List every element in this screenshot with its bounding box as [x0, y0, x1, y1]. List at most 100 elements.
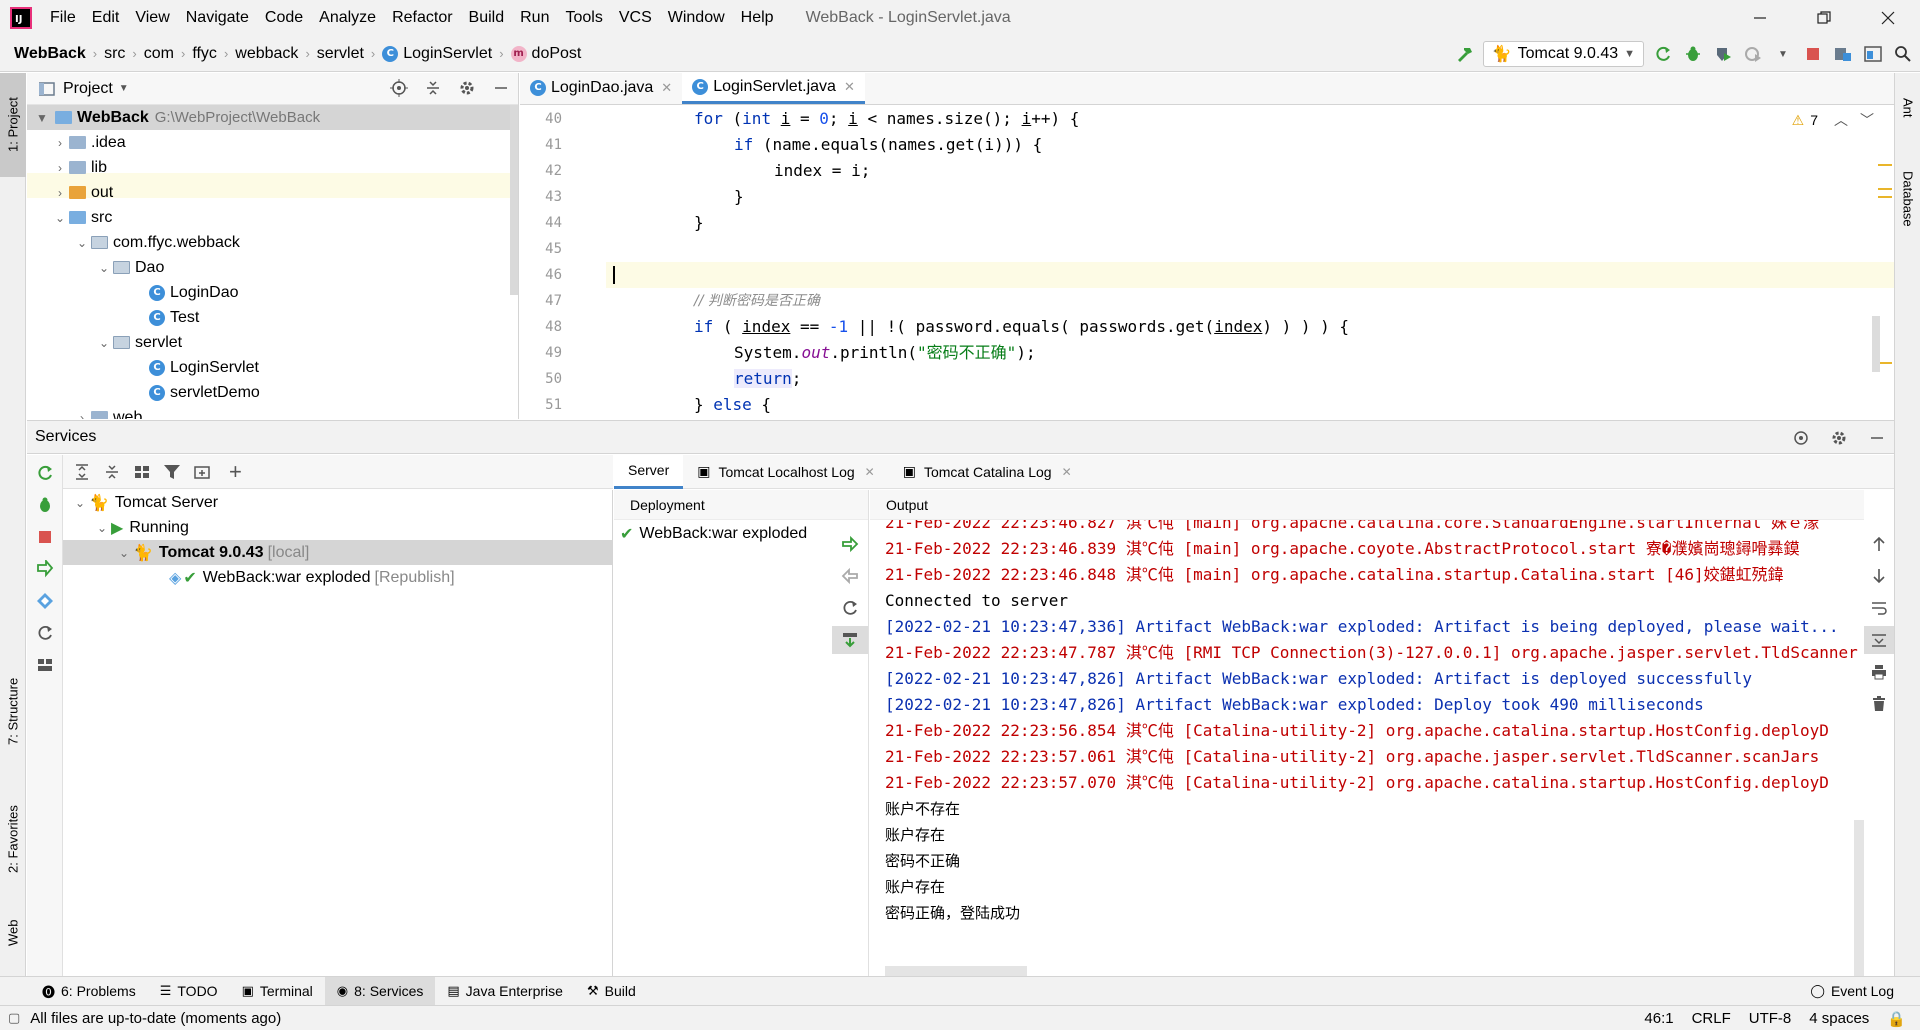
breadcrumb-dopost[interactable]: m doPost: [507, 45, 586, 63]
chevron-up-icon[interactable]: ︿: [1834, 110, 1848, 130]
coverage-button[interactable]: [1712, 43, 1734, 65]
scroll-down-button[interactable]: [1864, 562, 1894, 590]
tree-item-lib[interactable]: › lib: [27, 155, 518, 180]
tool-tab-structure[interactable]: 7: Structure: [0, 663, 26, 759]
debug-server-button[interactable]: [27, 491, 63, 519]
project-structure-button[interactable]: [1832, 43, 1854, 65]
close-tab-icon[interactable]: ✕: [844, 79, 855, 95]
more-run-options-button[interactable]: ▼: [1772, 43, 1794, 65]
collapse-all-icon[interactable]: [103, 463, 121, 481]
deployment-item[interactable]: ✔ WebBack:war exploded: [614, 520, 868, 548]
tree-item-test[interactable]: C Test: [27, 305, 518, 330]
add-service-icon[interactable]: +: [229, 460, 242, 482]
warning-marker[interactable]: [1878, 362, 1892, 364]
output-console[interactable]: Output 21-Feb-2022 22:23:46.827 淇℃伅 [mai…: [870, 490, 1864, 976]
tool-todo[interactable]: ☰ TODO: [148, 977, 230, 1006]
new-tab-icon[interactable]: [193, 463, 211, 481]
editor-scrollbar[interactable]: [1872, 316, 1880, 372]
inspection-widget[interactable]: ⚠ 7 ︿ ﹀: [1792, 110, 1874, 130]
menu-analyze[interactable]: Analyze: [311, 0, 384, 36]
refresh-button[interactable]: [27, 619, 63, 647]
close-button[interactable]: [1856, 0, 1920, 36]
tab-catalina-log[interactable]: ▣ Tomcat Catalina Log ✕: [889, 455, 1086, 489]
file-encoding[interactable]: UTF-8: [1749, 1010, 1792, 1027]
layout-button[interactable]: [1862, 43, 1884, 65]
warning-marker[interactable]: [1878, 188, 1892, 190]
deploy-button[interactable]: [27, 555, 63, 583]
close-tab-icon[interactable]: ✕: [865, 465, 875, 479]
tree-item-dao[interactable]: ⌄ Dao: [27, 255, 518, 280]
tool-event-log[interactable]: ◯ Event Log: [1798, 977, 1906, 1006]
tree-item-tomcat-server[interactable]: ⌄ 🐈 Tomcat Server: [63, 490, 612, 515]
search-everywhere-button[interactable]: [1892, 43, 1914, 65]
locate-icon[interactable]: [1792, 429, 1810, 447]
expand-all-icon[interactable]: [73, 463, 91, 481]
profile-button[interactable]: [1742, 43, 1764, 65]
tab-server[interactable]: Server: [614, 454, 684, 489]
run-configuration-select[interactable]: 🐈 Tomcat 9.0.43 ▼: [1482, 41, 1644, 67]
tool-tab-database[interactable]: Database: [1895, 149, 1920, 249]
deploy-artifact-button[interactable]: [832, 530, 868, 558]
tool-terminal[interactable]: ▣ Terminal: [230, 977, 325, 1006]
tree-item-package[interactable]: ⌄ com.ffyc.webback: [27, 230, 518, 255]
output-horizontal-scrollbar[interactable]: [885, 966, 1027, 976]
minimize-button[interactable]: [1728, 0, 1792, 36]
lock-icon[interactable]: 🔒: [1887, 1010, 1906, 1028]
breadcrumb-loginservlet[interactable]: C LoginServlet: [378, 45, 496, 63]
tree-item-servlet[interactable]: ⌄ servlet: [27, 330, 518, 355]
tree-item-web[interactable]: › web: [27, 405, 518, 419]
hide-panel-icon[interactable]: [492, 79, 510, 97]
group-by-icon[interactable]: [133, 463, 151, 481]
breadcrumb-src[interactable]: src: [100, 45, 129, 63]
status-toggle-icon[interactable]: ▢: [8, 1010, 20, 1026]
menu-help[interactable]: Help: [733, 0, 782, 36]
menu-tools[interactable]: Tools: [557, 0, 610, 36]
tree-item-out[interactable]: › out: [27, 180, 518, 205]
clear-all-button[interactable]: [1864, 690, 1894, 718]
menu-edit[interactable]: Edit: [84, 0, 128, 36]
stop-server-button[interactable]: [27, 523, 63, 551]
tree-item-src[interactable]: ⌄ src: [27, 205, 518, 230]
menu-file[interactable]: File: [42, 0, 84, 36]
tool-java-enterprise[interactable]: ▤ Java Enterprise: [435, 977, 575, 1006]
tab-logindao[interactable]: C LoginDao.java ✕: [520, 72, 682, 104]
code-editor[interactable]: 40 for (int i = 0; i < names.size(); i++)…: [520, 106, 1894, 419]
chevron-down-icon[interactable]: ▼: [119, 83, 129, 94]
menu-window[interactable]: Window: [660, 0, 733, 36]
tree-item-servletdemo[interactable]: CservletDemo: [27, 380, 518, 405]
menu-run[interactable]: Run: [512, 0, 557, 36]
warning-marker[interactable]: [1878, 196, 1892, 198]
close-tab-icon[interactable]: ✕: [1062, 465, 1072, 479]
tab-loginservlet[interactable]: C LoginServlet.java ✕: [682, 72, 865, 104]
tree-item-idea[interactable]: › .idea: [27, 130, 518, 155]
tree-item-logindao[interactable]: C LoginDao: [27, 280, 518, 305]
soft-wrap-button[interactable]: [1864, 594, 1894, 622]
gear-icon[interactable]: [1830, 429, 1848, 447]
project-scrollbar[interactable]: [510, 105, 518, 295]
rerun-button[interactable]: [1652, 43, 1674, 65]
caret-position[interactable]: 46:1: [1644, 1010, 1673, 1027]
breadcrumb-ffyc[interactable]: ffyc: [188, 45, 221, 63]
breadcrumb-servlet[interactable]: servlet: [313, 45, 368, 63]
refresh-deploy-button[interactable]: [832, 594, 868, 622]
gear-icon[interactable]: [458, 79, 476, 97]
layout-button[interactable]: [27, 651, 63, 679]
auto-scroll-button[interactable]: [832, 626, 868, 654]
rerun-server-button[interactable]: [27, 459, 63, 487]
menu-navigate[interactable]: Navigate: [178, 0, 257, 36]
warning-marker[interactable]: [1878, 164, 1892, 166]
artifact-button[interactable]: [27, 587, 63, 615]
chevron-down-icon[interactable]: ﹀: [1860, 110, 1874, 130]
stop-button[interactable]: [1802, 43, 1824, 65]
tool-tab-ant[interactable]: Ant: [1895, 83, 1920, 133]
undeploy-button[interactable]: [832, 562, 868, 590]
tool-tab-project[interactable]: 1: Project: [0, 73, 26, 177]
tool-build[interactable]: ⚒ Build: [575, 977, 648, 1006]
output-vertical-scrollbar[interactable]: [1854, 820, 1864, 976]
tool-services[interactable]: ◉ 8: Services: [324, 976, 436, 1006]
debug-button[interactable]: [1682, 43, 1704, 65]
menu-code[interactable]: Code: [257, 0, 311, 36]
hide-panel-icon[interactable]: [1868, 429, 1886, 447]
tab-localhost-log[interactable]: ▣ Tomcat Localhost Log ✕: [683, 455, 889, 489]
tree-item-project-root[interactable]: ▼ WebBack G:\WebProject\WebBack: [27, 105, 518, 130]
